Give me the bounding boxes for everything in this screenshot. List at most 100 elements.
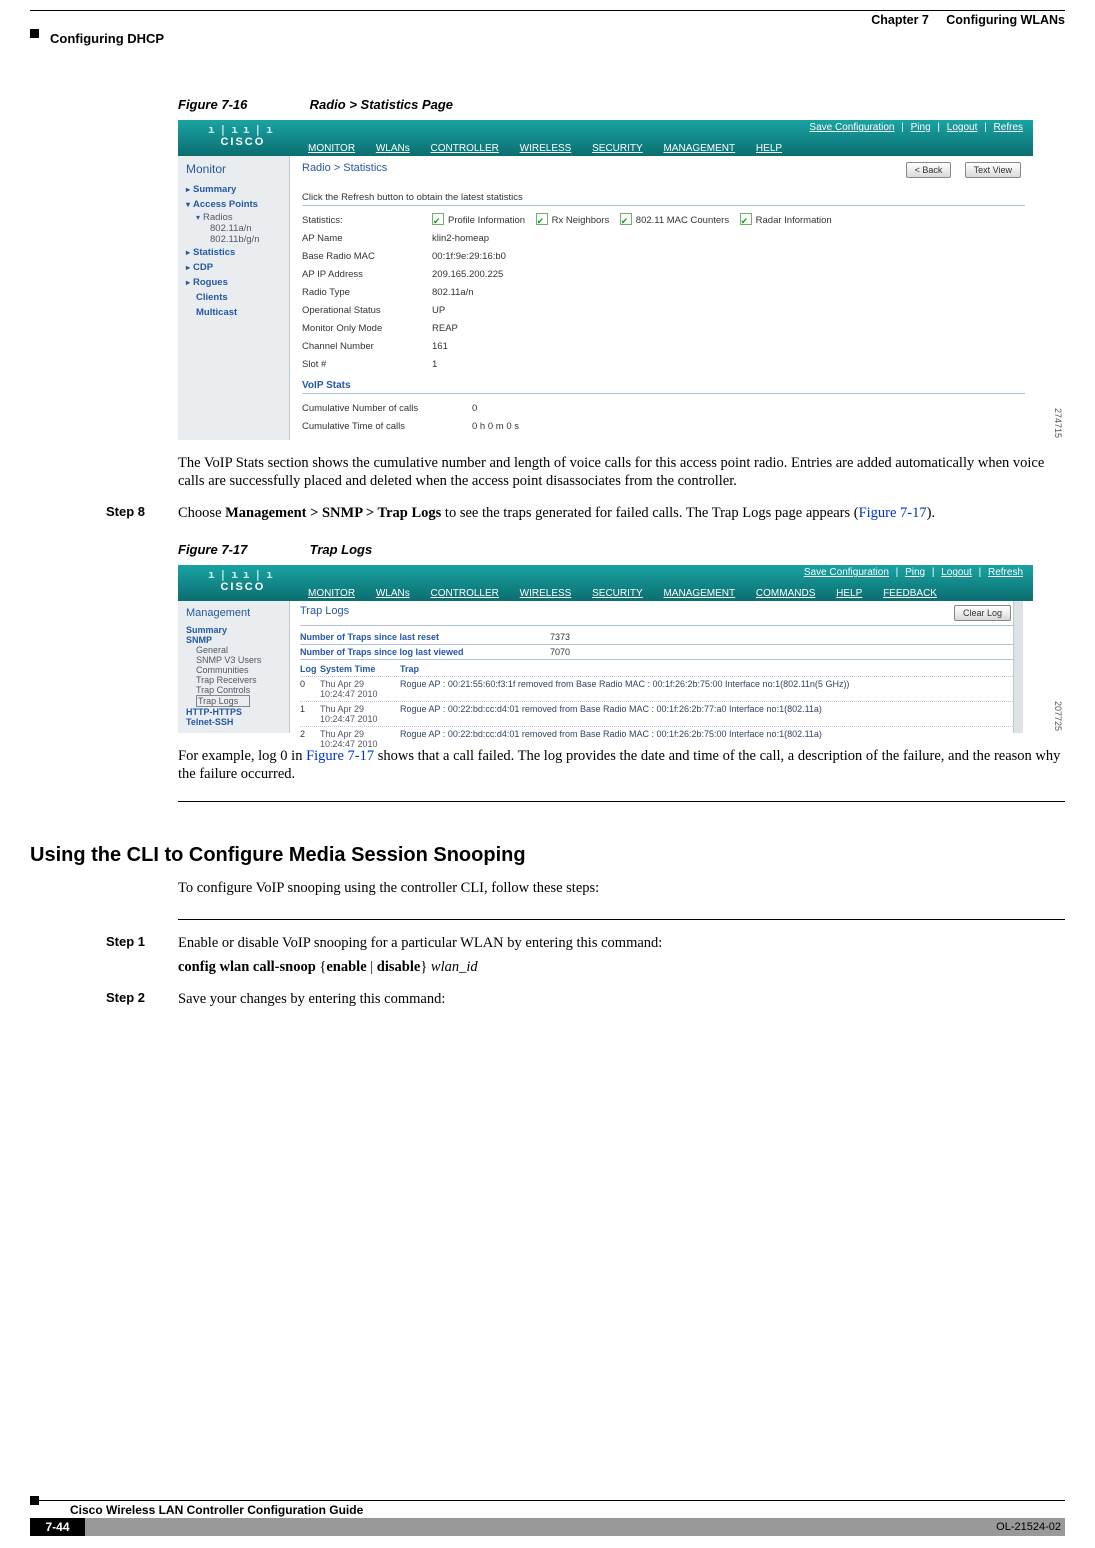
text-view-button[interactable]: Text View bbox=[965, 162, 1021, 178]
running-head-right: Chapter 7 Configuring WLANs bbox=[871, 13, 1065, 27]
refresh-link[interactable]: Refres bbox=[994, 122, 1023, 133]
chapter-label: Chapter 7 bbox=[871, 13, 929, 27]
sidebar2-users[interactable]: SNMP V3 Users bbox=[196, 655, 289, 665]
step-8-text: Choose Management > SNMP > Trap Logs to … bbox=[178, 504, 1065, 522]
sidebar2-summary[interactable]: Summary bbox=[186, 625, 227, 635]
nav2-controller[interactable]: CONTROLLER bbox=[431, 588, 499, 599]
logout-link-2[interactable]: Logout bbox=[941, 567, 972, 578]
checkbox-mac-counters[interactable] bbox=[620, 213, 632, 225]
nav-security[interactable]: SECURITY bbox=[592, 143, 643, 154]
sidebar-access-points[interactable]: Access Points bbox=[186, 197, 289, 212]
nav-controller[interactable]: CONTROLLER bbox=[431, 143, 499, 154]
col-trap: Trap bbox=[400, 664, 1015, 674]
step-1-command: config wlan call-snoop {enable | disable… bbox=[178, 958, 1065, 976]
nav2-wireless[interactable]: WIRELESS bbox=[520, 588, 572, 599]
nav2-monitor[interactable]: MONITOR bbox=[308, 588, 355, 599]
logout-link[interactable]: Logout bbox=[947, 122, 978, 133]
op-status-label: Operational Status bbox=[302, 302, 432, 320]
header-square-mark bbox=[30, 29, 39, 38]
main-panel-2: Trap Logs Clear Log Number of Traps sinc… bbox=[290, 601, 1023, 733]
sidebar2-recv[interactable]: Trap Receivers bbox=[196, 675, 289, 685]
sidebar-summary[interactable]: Summary bbox=[186, 182, 289, 197]
sidebar-80211an[interactable]: 802.11a/n bbox=[210, 223, 289, 234]
op-status-value: UP bbox=[432, 302, 445, 320]
ping-link[interactable]: Ping bbox=[911, 122, 931, 133]
nav2-commands[interactable]: COMMANDS bbox=[756, 588, 815, 599]
voip-num-calls-value: 0 bbox=[472, 400, 477, 418]
footer-square-mark bbox=[30, 1496, 39, 1505]
step-8-label: Step 8 bbox=[106, 504, 145, 519]
main-nav-2: MONITOR WLANs CONTROLLER WIRELESS SECURI… bbox=[308, 588, 955, 599]
nav-wireless[interactable]: WIRELESS bbox=[520, 143, 572, 154]
sidebar2-telnet[interactable]: Telnet-SSH bbox=[186, 717, 233, 727]
figure-17-number: Figure 7-17 bbox=[178, 542, 306, 557]
para-cli-intro: To configure VoIP snooping using the con… bbox=[178, 879, 1065, 897]
table-row: 2 Thu Apr 29 10:24:47 2010 Rogue AP : 00… bbox=[300, 726, 1015, 751]
sidebar2-general[interactable]: General bbox=[196, 645, 289, 655]
ap-name-value: klin2-homeap bbox=[432, 230, 489, 248]
sidebar2-traplogs[interactable]: Trap Logs bbox=[196, 695, 250, 707]
nav2-management[interactable]: MANAGEMENT bbox=[663, 588, 735, 599]
heading-cli-media-snooping: Using the CLI to Configure Media Session… bbox=[30, 844, 1065, 867]
slot-label: Slot # bbox=[302, 356, 432, 374]
back-button[interactable]: < Back bbox=[906, 162, 952, 178]
checkbox-profile-info[interactable] bbox=[432, 213, 444, 225]
sidebar-80211bgn[interactable]: 802.11b/g/n bbox=[210, 234, 289, 245]
page-number: 7-44 bbox=[30, 1518, 85, 1536]
sidebar-multicast[interactable]: Multicast bbox=[196, 305, 289, 320]
ap-ip-value: 209.165.200.225 bbox=[432, 266, 503, 284]
running-head-left: Configuring DHCP bbox=[50, 31, 164, 46]
step-1-label: Step 1 bbox=[106, 934, 145, 949]
para-figure-17-example: For example, log 0 in Figure 7-17 shows … bbox=[178, 747, 1065, 783]
sidebar-radios[interactable]: Radios bbox=[196, 212, 289, 223]
nav-monitor[interactable]: MONITOR bbox=[308, 143, 355, 154]
ping-link-2[interactable]: Ping bbox=[905, 567, 925, 578]
step-2-label: Step 2 bbox=[106, 990, 145, 1005]
para-voip-stats: The VoIP Stats section shows the cumulat… bbox=[178, 454, 1065, 490]
sidebar2-snmp[interactable]: SNMP bbox=[186, 635, 212, 645]
traps-since-view-label: Number of Traps since log last viewed bbox=[300, 647, 550, 657]
sidebar: Monitor Summary Access Points Radios 802… bbox=[178, 156, 290, 440]
sidebar-title: Monitor bbox=[186, 162, 289, 176]
nav2-wlans[interactable]: WLANs bbox=[376, 588, 410, 599]
breadcrumb: Radio > Statistics bbox=[302, 162, 387, 174]
sidebar2-ctrl[interactable]: Trap Controls bbox=[196, 685, 289, 695]
nav-wlans[interactable]: WLANs bbox=[376, 143, 410, 154]
save-config-link[interactable]: Save Configuration bbox=[809, 122, 894, 133]
sidebar-rogues[interactable]: Rogues bbox=[186, 275, 289, 290]
col-log: Log bbox=[300, 664, 320, 674]
main-panel: Radio > Statistics < Back Text View Clic… bbox=[290, 156, 1033, 440]
sidebar2-comm[interactable]: Communities bbox=[196, 665, 289, 675]
voip-num-calls-label: Cumulative Number of calls bbox=[302, 400, 472, 418]
radio-type-value: 802.11a/n bbox=[432, 284, 474, 302]
figure-16-caption: Figure 7-16 Radio > Statistics Page bbox=[178, 97, 1065, 112]
traps-since-view-value: 7070 bbox=[550, 647, 570, 657]
footer-book-title: Cisco Wireless LAN Controller Configurat… bbox=[70, 1503, 1065, 1517]
figure-17-image-number: 207725 bbox=[1053, 701, 1063, 731]
monitor-mode-label: Monitor Only Mode bbox=[302, 320, 432, 338]
traps-since-reset-value: 7373 bbox=[550, 632, 570, 642]
nav-management[interactable]: MANAGEMENT bbox=[663, 143, 735, 154]
cisco-logo-2: ı|ıı|ıCISCO bbox=[208, 569, 278, 593]
stats-label: Statistics: bbox=[302, 212, 432, 230]
figure-17-title: Trap Logs bbox=[310, 542, 373, 557]
refresh-link-2[interactable]: Refresh bbox=[988, 567, 1023, 578]
monitor-mode-value: REAP bbox=[432, 320, 458, 338]
save-config-link-2[interactable]: Save Configuration bbox=[804, 567, 889, 578]
sidebar-statistics[interactable]: Statistics bbox=[186, 245, 289, 260]
top-utility-links-2: Save Configuration | Ping | Logout | Ref… bbox=[800, 567, 1027, 578]
checkbox-rx-neighbors[interactable] bbox=[536, 213, 548, 225]
clear-log-button[interactable]: Clear Log bbox=[954, 605, 1011, 621]
nav-help[interactable]: HELP bbox=[756, 143, 782, 154]
sidebar-clients[interactable]: Clients bbox=[196, 290, 289, 305]
scrollbar[interactable] bbox=[1013, 601, 1023, 733]
checkbox-radar-info[interactable] bbox=[740, 213, 752, 225]
sidebar2-http[interactable]: HTTP-HTTPS bbox=[186, 707, 242, 717]
figure-17-link[interactable]: Figure 7-17 bbox=[859, 505, 927, 521]
nav2-help[interactable]: HELP bbox=[836, 588, 862, 599]
nav2-feedback[interactable]: FEEDBACK bbox=[883, 588, 937, 599]
nav2-security[interactable]: SECURITY bbox=[592, 588, 643, 599]
cisco-logo: ı|ıı|ıCISCO bbox=[208, 124, 278, 148]
sidebar-cdp[interactable]: CDP bbox=[186, 260, 289, 275]
trap-logs-title: Trap Logs bbox=[300, 605, 349, 617]
